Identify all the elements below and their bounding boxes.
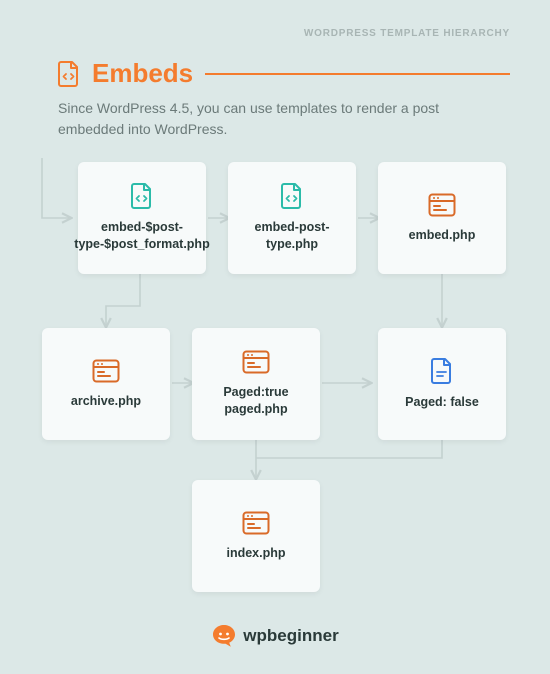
footer: wpbeginner [0,624,550,648]
file-code-icon [131,183,153,209]
node-paged-true: Paged:true paged.php [192,328,320,440]
node-embed-posttype-postformat: embed-$post-type-$post_format.php [78,162,206,274]
node-archive-php: archive.php [42,328,170,440]
node-label: embed-post-type.php [234,219,350,253]
browser-icon [428,193,456,217]
file-icon [431,358,453,384]
page-description: Since WordPress 4.5, you can use templat… [58,98,500,140]
page-subtitle: WORDPRESS TEMPLATE HIERARCHY [304,28,510,39]
browser-icon [242,511,270,535]
footer-brand: wpbeginner [243,626,338,646]
node-label: embed-$post-type-$post_format.php [74,219,209,253]
node-paged-false: Paged: false [378,328,506,440]
wpbeginner-logo-icon [211,624,237,648]
title-row: Embeds [58,58,510,89]
title-rule [205,73,510,75]
node-label: Paged: false [405,394,479,411]
node-index-php: index.php [192,480,320,592]
node-label: embed.php [409,227,476,244]
node-label: Paged:true paged.php [198,384,314,418]
node-embed-php: embed.php [378,162,506,274]
node-label: archive.php [71,393,141,410]
diagram: embed-$post-type-$post_format.php embed-… [0,158,550,598]
file-code-icon [281,183,303,209]
node-embed-posttype: embed-post-type.php [228,162,356,274]
page-title: Embeds [92,58,193,89]
browser-icon [92,359,120,383]
browser-icon [242,350,270,374]
file-code-icon [58,61,80,87]
node-label: index.php [226,545,285,562]
